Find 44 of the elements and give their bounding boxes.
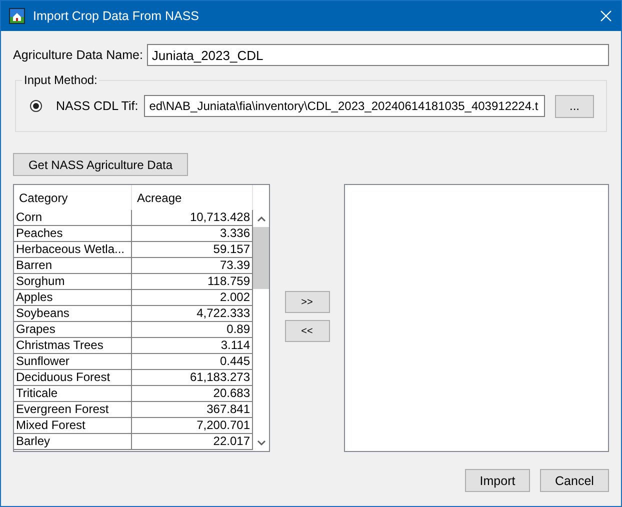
- table-cell: Evergreen Forest: [14, 402, 132, 418]
- column-header[interactable]: Category: [14, 185, 132, 210]
- table-cell: Apples: [14, 290, 132, 306]
- import-button[interactable]: Import: [465, 469, 530, 492]
- table-cell: Barren: [14, 258, 132, 274]
- radio-button[interactable]: [30, 100, 42, 112]
- table-cell: 61,183.273: [132, 370, 253, 386]
- table-cell: 10,713.428: [132, 210, 253, 226]
- table-cell: Herbaceous Wetla...: [14, 242, 132, 258]
- table-cell: 0.89: [132, 322, 253, 338]
- table-cell: 3.114: [132, 338, 253, 354]
- table-cell: 367.841: [132, 402, 253, 418]
- column-header[interactable]: Acreage: [132, 185, 253, 210]
- table-cell: 7,200.701: [132, 418, 253, 434]
- scroll-up-icon[interactable]: [256, 216, 266, 222]
- table-cell: Corn: [14, 210, 132, 226]
- table-cell: 22.017: [132, 434, 253, 450]
- field-label: Agriculture Data Name:: [13, 48, 143, 62]
- radio-label: NASS CDL Tif:: [56, 99, 138, 113]
- move-button[interactable]: >>: [284, 291, 330, 313]
- file-path-field[interactable]: ed\NAB_Juniata\fia\inventory\CDL_2023_20240614181035_403912224.t: [144, 95, 545, 117]
- table-cell: Mixed Forest: [14, 418, 132, 434]
- table-cell: Christmas Trees: [14, 338, 132, 354]
- table-cell: Sorghum: [14, 274, 132, 290]
- group-title: Input Method:: [22, 73, 100, 87]
- cancel-button[interactable]: Cancel: [540, 469, 609, 492]
- name-field[interactable]: Juniata_2023_CDL: [146, 44, 609, 66]
- browse-button[interactable]: ...: [555, 94, 594, 118]
- get-data-button[interactable]: Get NASS Agriculture Data: [13, 153, 188, 176]
- window-title: Import Crop Data From NASS: [33, 9, 200, 23]
- table-cell: 2.002: [132, 290, 253, 306]
- table-cell: 0.445: [132, 354, 253, 370]
- app-icon: [9, 8, 25, 24]
- table-cell: Barley: [14, 434, 132, 450]
- table-cell: 20.683: [132, 386, 253, 402]
- table-cell: Triticale: [14, 386, 132, 402]
- table-cell: Soybeans: [14, 306, 132, 322]
- table-cell: Sunflower: [14, 354, 132, 370]
- table-cell: Peaches: [14, 226, 132, 242]
- move-button[interactable]: <<: [284, 320, 330, 342]
- table-cell: 4,722.333: [132, 306, 253, 322]
- table-cell: Deciduous Forest: [14, 370, 132, 386]
- scroll-down-icon[interactable]: [256, 440, 266, 446]
- table-cell: Grapes: [14, 322, 132, 338]
